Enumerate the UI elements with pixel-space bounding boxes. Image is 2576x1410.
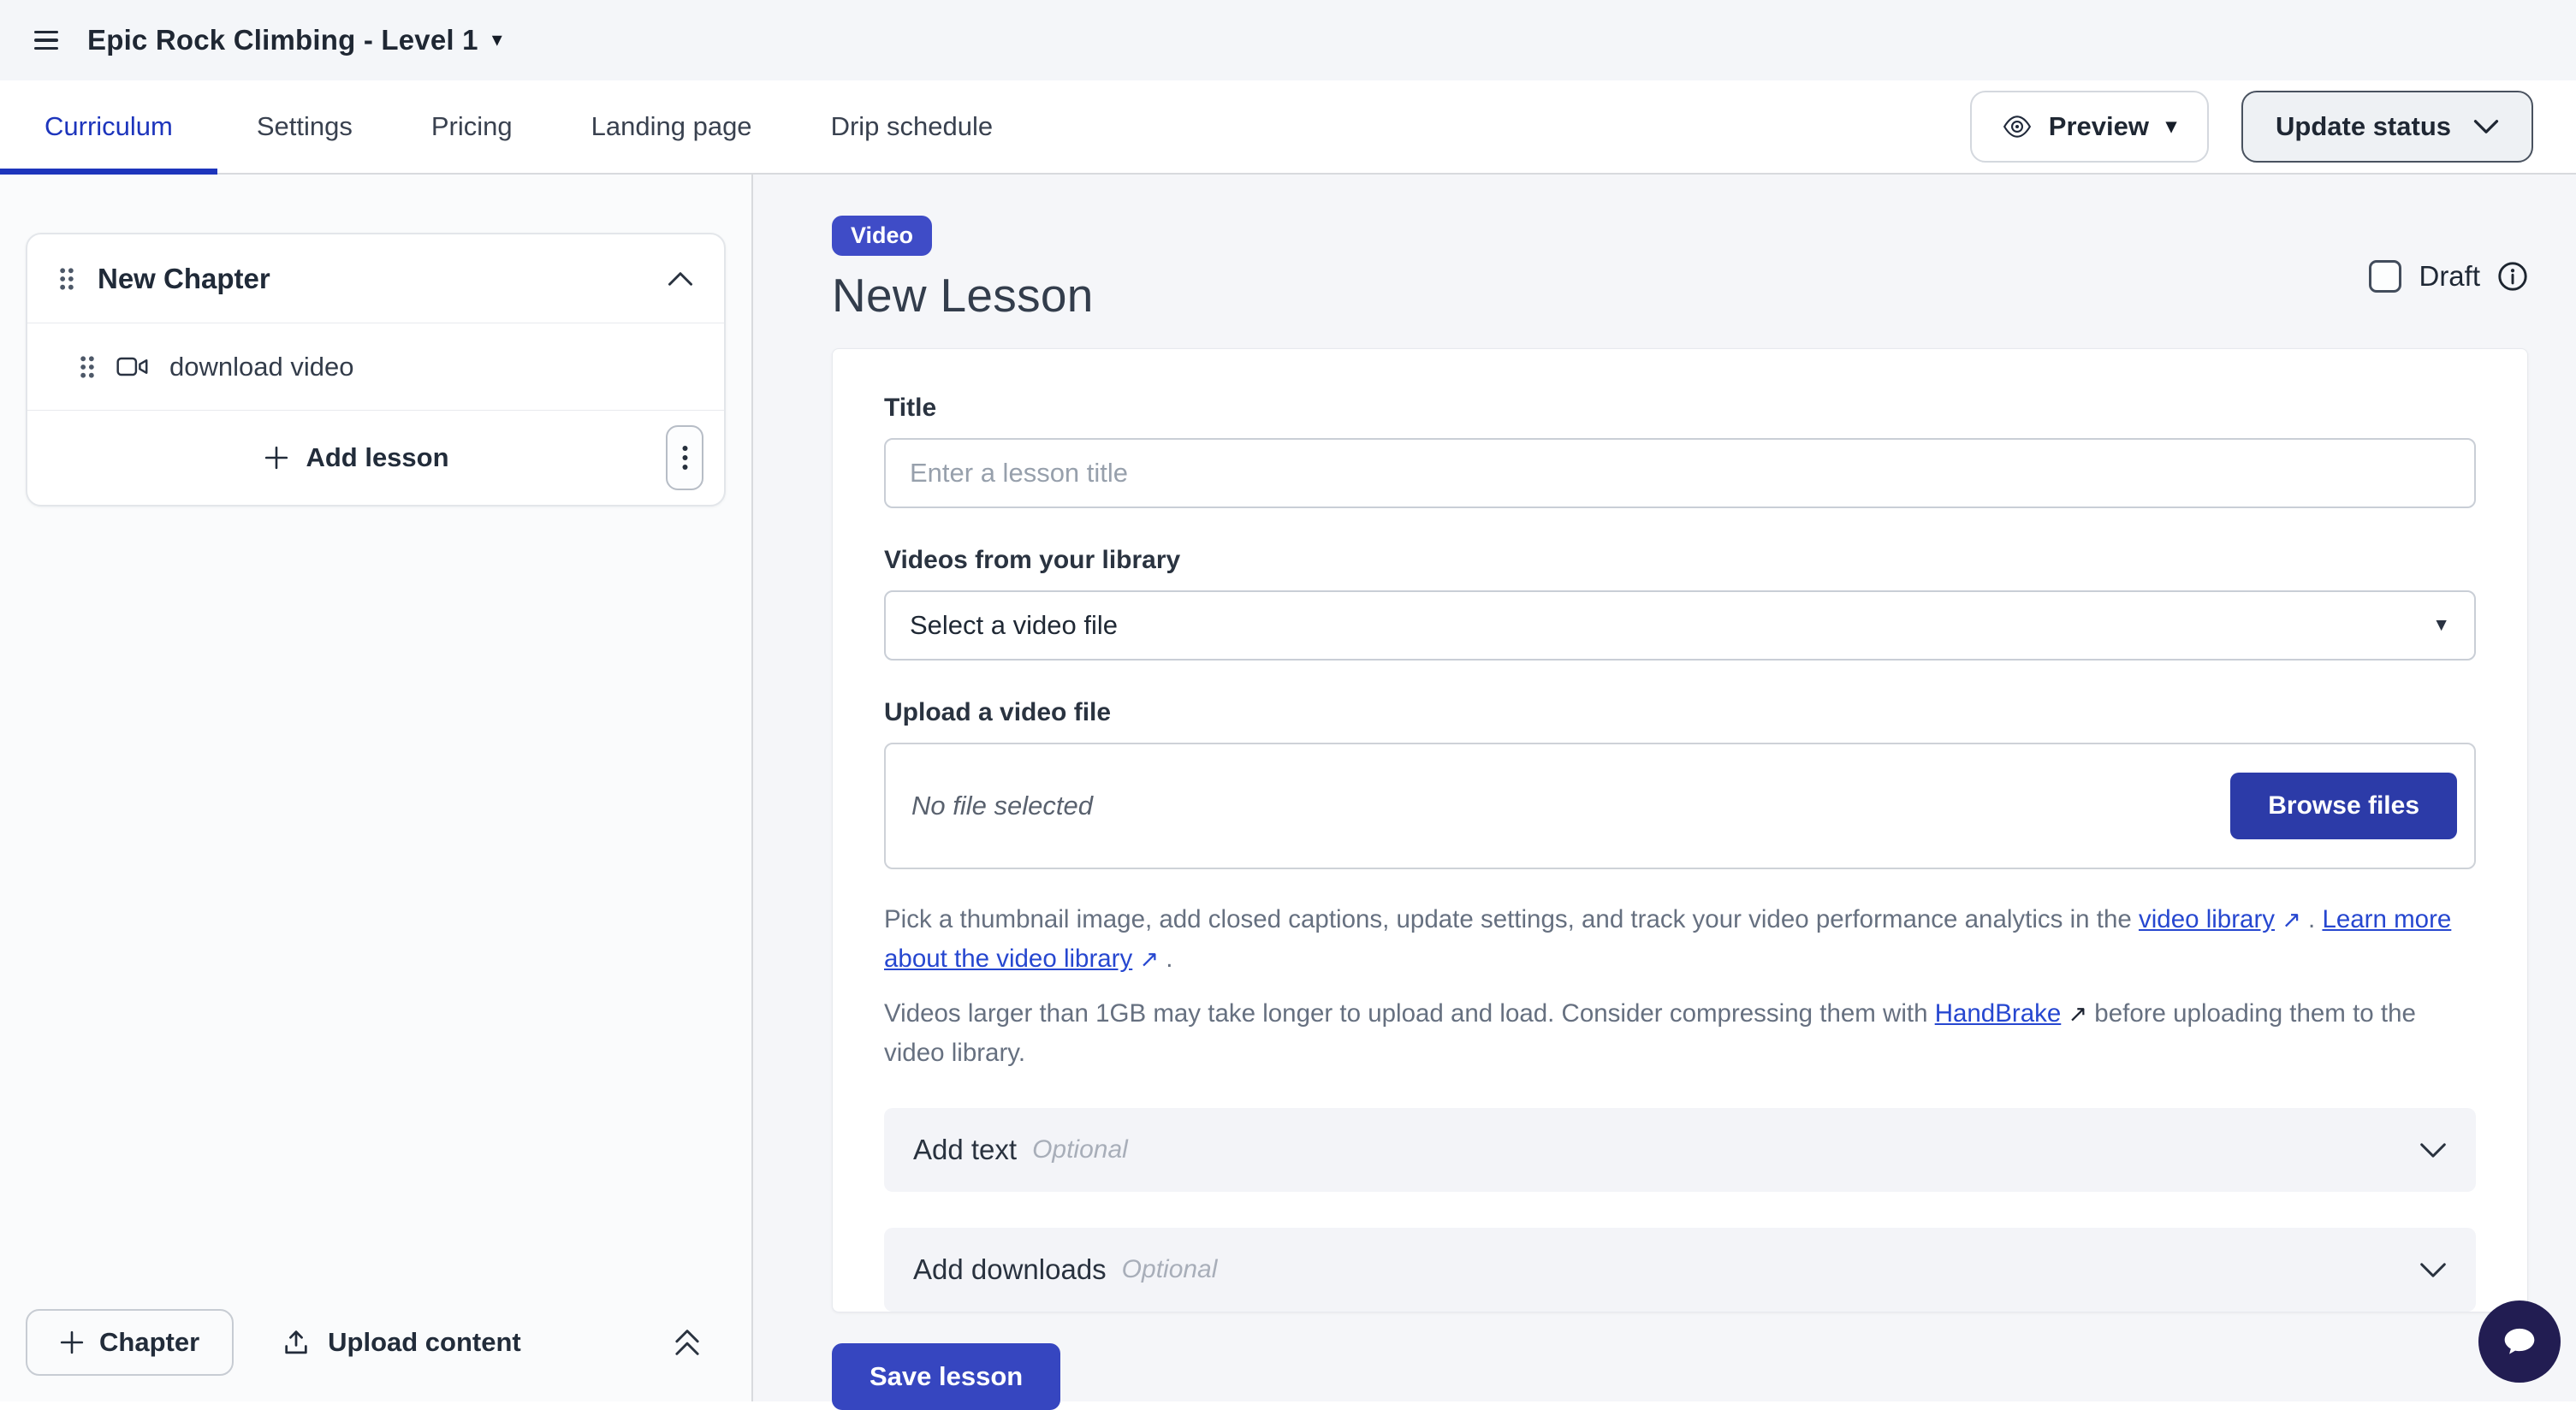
handbrake-link[interactable]: HandBrake <box>1935 999 2062 1028</box>
add-lesson-button[interactable]: Add lesson <box>48 411 666 505</box>
tabbar: Curriculum Settings Pricing Landing page… <box>0 80 2576 175</box>
video-camera-icon <box>116 355 149 378</box>
tab-pricing[interactable]: Pricing <box>392 80 552 173</box>
title-field-label: Title <box>884 394 2476 423</box>
course-switcher[interactable]: Epic Rock Climbing - Level 1 ▾ <box>87 24 502 56</box>
plus-icon <box>264 446 288 470</box>
preview-button[interactable]: Preview ▾ <box>1970 91 2209 163</box>
compression-help-text: Videos larger than 1GB may take longer t… <box>884 994 2476 1072</box>
chat-launcher-button[interactable] <box>2478 1300 2561 1383</box>
external-link-icon: ↗ <box>2282 907 2301 933</box>
select-caret-icon: ▼ <box>2432 615 2450 636</box>
collapse-all-button[interactable] <box>673 1325 702 1360</box>
video-library-select[interactable]: Select a video file ▼ <box>884 590 2476 661</box>
add-chapter-label: Chapter <box>99 1327 199 1358</box>
library-field-label: Videos from your library <box>884 546 2476 575</box>
content: New Chapter download video <box>0 175 2576 1401</box>
lesson-form-card: Title Videos from your library Select a … <box>832 348 2528 1312</box>
page-title: New Lesson <box>832 268 1094 323</box>
upload-content-label: Upload content <box>328 1327 521 1358</box>
add-chapter-button[interactable]: Chapter <box>26 1309 234 1376</box>
external-link-icon: ↗ <box>2068 1001 2087 1027</box>
hamburger-menu-icon[interactable] <box>34 31 58 50</box>
video-library-help-text: Pick a thumbnail image, add closed capti… <box>884 900 2476 979</box>
chevron-down-icon <box>2419 1262 2447 1278</box>
drag-handle-icon[interactable] <box>58 267 75 291</box>
help-text-segment: . <box>2301 905 2323 933</box>
chevron-up-icon[interactable] <box>668 271 693 287</box>
plus-icon <box>60 1330 84 1354</box>
upload-content-button[interactable]: Upload content <box>282 1327 521 1358</box>
add-lesson-label: Add lesson <box>306 442 448 473</box>
save-lesson-button[interactable]: Save lesson <box>832 1343 1060 1410</box>
chapter-header[interactable]: New Chapter <box>27 234 724 323</box>
curriculum-sidebar: New Chapter download video <box>0 175 753 1401</box>
video-library-select-value: Select a video file <box>910 610 1118 641</box>
help-text-segment: . <box>1159 945 1172 973</box>
course-title: Epic Rock Climbing - Level 1 <box>87 24 478 56</box>
draft-checkbox[interactable] <box>2369 260 2401 293</box>
tab-drip-schedule[interactable]: Drip schedule <box>792 80 1033 173</box>
draft-label: Draft <box>2419 260 2480 293</box>
chapter-options-button[interactable] <box>666 425 703 490</box>
chevron-down-icon <box>2419 1142 2447 1158</box>
add-downloads-accordion[interactable]: Add downloads Optional <box>884 1228 2476 1312</box>
tabs: Curriculum Settings Pricing Landing page… <box>0 80 1032 173</box>
tab-settings[interactable]: Settings <box>217 80 392 173</box>
double-chevron-up-icon <box>673 1325 702 1360</box>
no-file-text: No file selected <box>911 791 1093 821</box>
update-status-button[interactable]: Update status <box>2241 91 2533 163</box>
lesson-header: Video New Lesson Draft <box>832 216 2528 323</box>
chevron-down-icon <box>2473 119 2499 134</box>
upload-icon <box>282 1328 311 1357</box>
video-library-link[interactable]: video library <box>2139 905 2275 933</box>
kebab-menu-icon <box>682 445 688 471</box>
lesson-row[interactable]: download video <box>27 323 724 411</box>
lesson-type-badge: Video <box>832 216 932 256</box>
eye-icon <box>2003 112 2032 141</box>
tabbar-actions: Preview ▾ Update status <box>1970 80 2576 173</box>
file-upload-dropzone[interactable]: No file selected Browse files <box>884 743 2476 869</box>
external-link-icon: ↗ <box>1139 946 1159 972</box>
add-downloads-optional-hint: Optional <box>1122 1255 1218 1284</box>
add-text-accordion[interactable]: Add text Optional <box>884 1108 2476 1192</box>
browse-files-button[interactable]: Browse files <box>2230 773 2457 839</box>
topbar: Epic Rock Climbing - Level 1 ▾ <box>0 0 2576 80</box>
add-text-label: Add text <box>913 1134 1017 1166</box>
chapter-title: New Chapter <box>98 263 645 295</box>
lesson-title: download video <box>169 352 353 382</box>
sidebar-bottom-bar: Chapter Upload content <box>26 1309 702 1376</box>
update-status-label: Update status <box>2276 111 2451 142</box>
help-text-segment: Videos larger than 1GB may take longer t… <box>884 999 1935 1028</box>
tab-landing-page[interactable]: Landing page <box>552 80 792 173</box>
caret-down-icon: ▾ <box>2166 116 2176 137</box>
add-downloads-label: Add downloads <box>913 1253 1107 1286</box>
draft-group: Draft <box>2369 260 2528 293</box>
drag-handle-icon[interactable] <box>79 355 96 379</box>
preview-label: Preview <box>2049 111 2149 142</box>
lesson-header-left: Video New Lesson <box>832 216 1094 323</box>
help-text-segment: Pick a thumbnail image, add closed capti… <box>884 905 2139 933</box>
add-text-optional-hint: Optional <box>1032 1135 1128 1164</box>
chat-bubble-icon <box>2497 1319 2542 1364</box>
lesson-editor: Video New Lesson Draft Title Videos from… <box>753 175 2576 1401</box>
lesson-title-input[interactable] <box>884 438 2476 508</box>
chapter-card: New Chapter download video <box>26 233 726 507</box>
info-icon[interactable] <box>2497 261 2528 292</box>
chapter-footer: Add lesson <box>27 411 724 505</box>
caret-down-icon: ▾ <box>492 30 502 50</box>
upload-field-label: Upload a video file <box>884 698 2476 727</box>
tab-curriculum[interactable]: Curriculum <box>0 80 217 173</box>
